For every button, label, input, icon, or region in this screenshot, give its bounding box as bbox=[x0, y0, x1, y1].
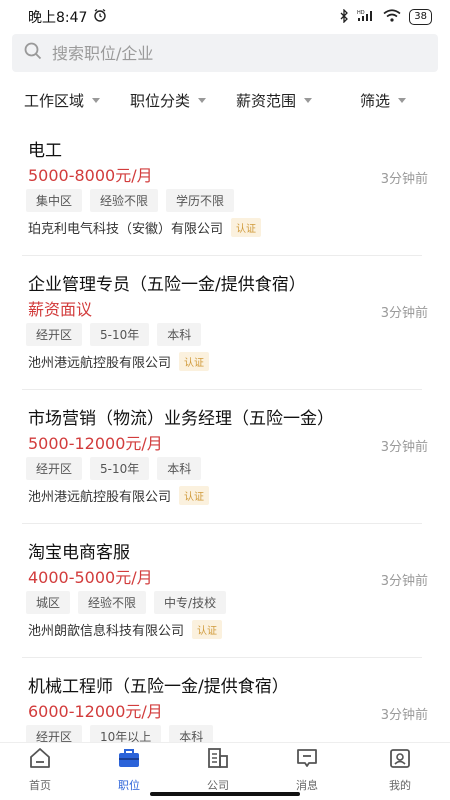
tab-home[interactable]: 首页 bbox=[10, 745, 70, 793]
tab-companies[interactable]: 公司 bbox=[188, 745, 248, 793]
job-salary: 6000-12000元/月 bbox=[28, 702, 163, 721]
tab-profile[interactable]: 我的 bbox=[370, 745, 430, 793]
job-salary: 5000-8000元/月 bbox=[28, 166, 153, 185]
job-tags: 经开区 5-10年 本科 bbox=[26, 323, 202, 346]
job-salary: 5000-12000元/月 bbox=[28, 434, 163, 453]
company-row: 池州港远航控股有限公司 认证 bbox=[28, 352, 210, 371]
profile-icon bbox=[387, 745, 413, 775]
verified-badge: 认证 bbox=[192, 620, 223, 639]
chevron-down-icon bbox=[304, 98, 313, 103]
job-tag: 经开区 bbox=[26, 457, 83, 480]
battery-indicator: 38 bbox=[409, 9, 432, 25]
home-icon bbox=[27, 745, 53, 775]
job-tags: 经开区 10年以上 本科 bbox=[26, 725, 214, 742]
job-card[interactable]: 淘宝电商客服 4000-5000元/月 3分钟前 城区 经验不限 中专/技校 池… bbox=[0, 524, 450, 658]
chevron-down-icon bbox=[198, 98, 207, 103]
job-tag: 本科 bbox=[169, 725, 214, 742]
job-title: 机械工程师（五险一金/提供食宿） bbox=[28, 677, 289, 697]
job-tag: 本科 bbox=[157, 323, 202, 346]
filter-label: 薪资范围 bbox=[236, 92, 297, 110]
message-icon bbox=[294, 745, 320, 775]
job-tags: 集中区 经验不限 学历不限 bbox=[26, 189, 235, 212]
status-right: HD 38 bbox=[339, 7, 432, 26]
tab-label: 消息 bbox=[296, 779, 318, 792]
job-title: 淘宝电商客服 bbox=[28, 543, 130, 563]
job-salary: 4000-5000元/月 bbox=[28, 568, 153, 587]
tab-jobs[interactable]: 职位 bbox=[99, 745, 159, 793]
company-row: 池州港远航控股有限公司 认证 bbox=[28, 486, 210, 505]
job-posted-time: 3分钟前 bbox=[380, 172, 428, 187]
job-tag: 中专/技校 bbox=[154, 591, 227, 614]
filter-label: 工作区域 bbox=[24, 92, 85, 110]
filter-job-category[interactable]: 职位分类 bbox=[130, 90, 207, 111]
job-card[interactable]: 电工 5000-8000元/月 3分钟前 集中区 经验不限 学历不限 珀克利电气… bbox=[0, 122, 450, 256]
filter-more[interactable]: 筛选 bbox=[360, 90, 407, 111]
filter-salary-range[interactable]: 薪资范围 bbox=[236, 90, 313, 111]
company-row: 池州朗歆信息科技有限公司 认证 bbox=[28, 620, 223, 639]
job-card[interactable]: 市场营销（物流）业务经理（五险一金） 5000-12000元/月 3分钟前 经开… bbox=[0, 390, 450, 524]
job-list: 电工 5000-8000元/月 3分钟前 集中区 经验不限 学历不限 珀克利电气… bbox=[0, 122, 450, 742]
company-name: 珀克利电气科技（安徽）有限公司 bbox=[28, 222, 224, 237]
alarm-icon bbox=[93, 8, 107, 26]
job-title: 市场营销（物流）业务经理（五险一金） bbox=[28, 409, 334, 429]
chevron-down-icon bbox=[398, 98, 407, 103]
search-input[interactable] bbox=[52, 43, 412, 63]
job-tag: 经开区 bbox=[26, 323, 83, 346]
wifi-icon bbox=[383, 9, 401, 25]
job-tag: 本科 bbox=[157, 457, 202, 480]
status-left: 晚上8:47 bbox=[28, 7, 107, 27]
job-salary: 薪资面议 bbox=[28, 300, 93, 319]
verified-badge: 认证 bbox=[231, 218, 262, 237]
filter-label: 职位分类 bbox=[130, 92, 191, 110]
job-title: 企业管理专员（五险一金/提供食宿） bbox=[28, 275, 306, 295]
tab-label: 首页 bbox=[29, 779, 51, 792]
tab-label: 公司 bbox=[207, 779, 229, 792]
search-bar[interactable] bbox=[12, 34, 438, 72]
bluetooth-icon bbox=[339, 7, 349, 26]
job-title: 电工 bbox=[28, 141, 62, 161]
tab-label: 我的 bbox=[389, 779, 411, 792]
company-name: 池州朗歆信息科技有限公司 bbox=[28, 624, 185, 639]
job-tag: 经验不限 bbox=[90, 189, 159, 212]
briefcase-icon bbox=[116, 745, 142, 775]
job-card[interactable]: 企业管理专员（五险一金/提供食宿） 薪资面议 3分钟前 经开区 5-10年 本科… bbox=[0, 256, 450, 390]
bottom-tab-bar: 首页 职位 公司 消息 我的 bbox=[0, 742, 450, 800]
job-tags: 城区 经验不限 中专/技校 bbox=[26, 591, 227, 614]
home-indicator bbox=[150, 792, 300, 796]
job-card[interactable]: 机械工程师（五险一金/提供食宿） 6000-12000元/月 3分钟前 经开区 … bbox=[0, 658, 450, 742]
search-icon bbox=[24, 42, 42, 64]
status-time: 晚上8:47 bbox=[28, 10, 88, 26]
job-posted-time: 3分钟前 bbox=[380, 574, 428, 589]
job-posted-time: 3分钟前 bbox=[380, 440, 428, 455]
job-posted-time: 3分钟前 bbox=[380, 708, 428, 723]
job-posted-time: 3分钟前 bbox=[380, 306, 428, 321]
signal-icon: HD bbox=[357, 9, 375, 25]
job-tag: 集中区 bbox=[26, 189, 83, 212]
filter-work-area[interactable]: 工作区域 bbox=[24, 90, 101, 111]
company-name: 池州港远航控股有限公司 bbox=[28, 356, 172, 371]
company-row: 珀克利电气科技（安徽）有限公司 认证 bbox=[28, 218, 262, 237]
company-name: 池州港远航控股有限公司 bbox=[28, 490, 172, 505]
tab-messages[interactable]: 消息 bbox=[277, 745, 337, 793]
verified-badge: 认证 bbox=[179, 486, 210, 505]
tab-label: 职位 bbox=[118, 779, 140, 792]
building-icon bbox=[205, 745, 231, 775]
verified-badge: 认证 bbox=[179, 352, 210, 371]
job-tag: 5-10年 bbox=[90, 323, 150, 346]
filter-label: 筛选 bbox=[360, 92, 391, 110]
job-tag: 经开区 bbox=[26, 725, 83, 742]
job-tags: 经开区 5-10年 本科 bbox=[26, 457, 202, 480]
chevron-down-icon bbox=[92, 98, 101, 103]
job-tag: 城区 bbox=[26, 591, 71, 614]
job-tag: 学历不限 bbox=[166, 189, 235, 212]
network-label: HD bbox=[357, 10, 365, 16]
job-tag: 经验不限 bbox=[78, 591, 147, 614]
job-tag: 10年以上 bbox=[90, 725, 162, 742]
job-tag: 5-10年 bbox=[90, 457, 150, 480]
filter-bar: 工作区域 职位分类 薪资范围 筛选 bbox=[0, 80, 450, 120]
status-bar: 晚上8:47 HD 38 bbox=[0, 0, 450, 34]
